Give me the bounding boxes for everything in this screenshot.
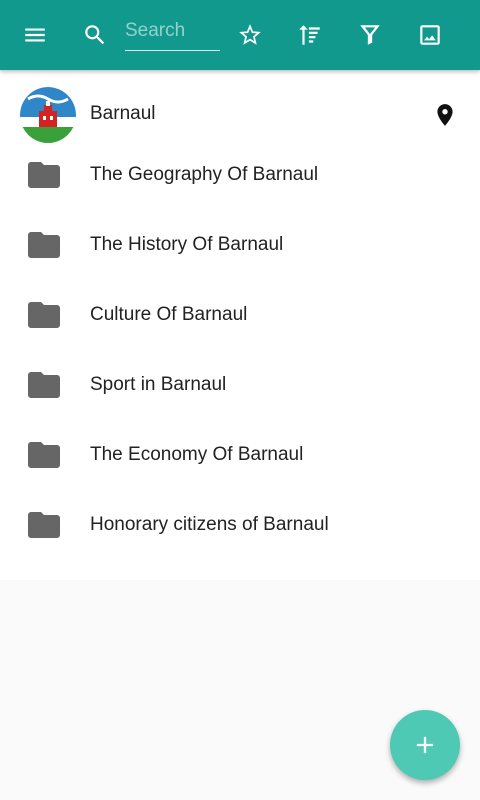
toolbar (0, 0, 480, 70)
map-pin-icon[interactable] (432, 102, 458, 128)
list-item-barnaul[interactable]: Barnaul (0, 70, 480, 150)
search-input[interactable] (125, 16, 220, 46)
folder-icon (28, 232, 60, 258)
list-item-label: The Geography Of Barnaul (90, 164, 319, 185)
list-item-label: Sport in Barnaul (90, 374, 227, 395)
folder-icon (28, 162, 60, 188)
category-list: Barnaul The Geography Of Barnaul The His… (0, 70, 480, 580)
list-item-label: Culture Of Barnaul (90, 304, 248, 325)
app-root: Barnaul The Geography Of Barnaul The His… (0, 0, 480, 800)
list-item-folder[interactable]: The History Of Barnaul (0, 210, 480, 280)
folder-icon (28, 512, 60, 538)
plus-icon (416, 736, 434, 754)
folder-icon (28, 442, 60, 468)
list-item-label: The History Of Barnaul (90, 234, 284, 255)
star-icon[interactable] (232, 17, 268, 53)
list-item-label: The Economy Of Barnaul (90, 444, 304, 465)
sort-icon[interactable] (292, 17, 328, 53)
list-item-folder[interactable]: Honorary citizens of Barnaul (0, 490, 480, 560)
list-item-folder[interactable]: Culture Of Barnaul (0, 280, 480, 350)
image-icon[interactable] (412, 17, 448, 53)
search-icon[interactable] (77, 17, 113, 53)
folder-icon (28, 372, 60, 398)
list-item-folder[interactable]: The Economy Of Barnaul (0, 420, 480, 490)
list-item-folder[interactable]: Sport in Barnaul (0, 350, 480, 420)
menu-icon[interactable] (17, 17, 53, 53)
add-button[interactable] (390, 710, 460, 780)
search-field[interactable] (125, 16, 220, 51)
barnaul-coat-of-arms-avatar (20, 87, 76, 143)
list-item-label: Honorary citizens of Barnaul (90, 514, 329, 535)
filter-icon[interactable] (352, 17, 388, 53)
list-item-folder[interactable]: The Geography Of Barnaul (0, 140, 480, 210)
folder-icon (28, 302, 60, 328)
